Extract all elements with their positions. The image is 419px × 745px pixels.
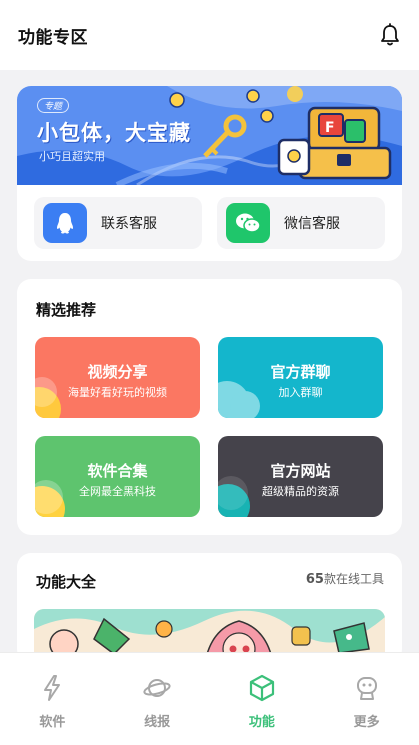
tab-label: 线报 bbox=[144, 715, 171, 730]
tab-more[interactable]: 更多 bbox=[314, 653, 419, 745]
tab-software[interactable]: 软件 bbox=[0, 653, 105, 745]
tile-title: 视频分享 bbox=[87, 363, 148, 381]
banner-tag: 专题 bbox=[37, 98, 70, 113]
tile-official-group[interactable]: 官方群聊 加入群聊 bbox=[218, 337, 383, 418]
tile-title: 软件合集 bbox=[87, 462, 148, 480]
tile-title: 官方网站 bbox=[270, 462, 331, 480]
tools-count-text: 款在线工具 bbox=[323, 572, 384, 586]
bottom-tab-bar: 软件 线报 功能 更多 bbox=[0, 652, 419, 745]
robot-icon bbox=[356, 677, 377, 700]
wechat-service-label: 微信客服 bbox=[284, 216, 340, 232]
tools-card: 功能大全 65款在线工具 bbox=[17, 553, 402, 663]
wechat-icon bbox=[226, 203, 270, 243]
tab-deals[interactable]: 线报 bbox=[105, 653, 210, 745]
tab-label: 功能 bbox=[248, 715, 275, 730]
tab-label: 软件 bbox=[39, 715, 66, 730]
bell-icon[interactable] bbox=[379, 23, 401, 47]
banner-headline: 小包体，大宝藏 bbox=[37, 121, 191, 145]
tile-official-site[interactable]: 官方网站 超级精品的资源 bbox=[218, 436, 383, 517]
lightning-icon bbox=[44, 675, 61, 701]
qq-penguin-icon bbox=[43, 203, 87, 243]
tile-subtitle: 加入群聊 bbox=[278, 386, 323, 399]
tile-software-collection[interactable]: 软件合集 全网最全黑科技 bbox=[35, 436, 200, 517]
recommend-title: 精选推荐 bbox=[36, 301, 97, 319]
tile-subtitle: 超级精品的资源 bbox=[262, 485, 339, 498]
feature-card: F 专题 小包体，大宝藏 小巧且超实用 联系客服 微信客服 bbox=[17, 86, 402, 261]
tools-count: 65款在线工具 bbox=[306, 570, 384, 587]
tile-subtitle: 海量好看好玩的视频 bbox=[68, 386, 167, 399]
tab-label: 更多 bbox=[353, 715, 380, 730]
tools-count-number: 65 bbox=[305, 572, 324, 587]
contact-service-label: 联系客服 bbox=[101, 216, 157, 232]
cube-icon bbox=[249, 674, 274, 702]
tile-video-share[interactable]: 视频分享 海量好看好玩的视频 bbox=[35, 337, 200, 418]
wechat-service-button[interactable]: 微信客服 bbox=[217, 197, 385, 249]
contact-row: 联系客服 微信客服 bbox=[34, 197, 385, 249]
tab-functions[interactable]: 功能 bbox=[210, 653, 315, 745]
tools-title: 功能大全 bbox=[36, 573, 97, 591]
tile-subtitle: 全网最全黑科技 bbox=[79, 485, 156, 498]
planet-icon bbox=[143, 679, 171, 697]
page-title: 功能专区 bbox=[18, 27, 88, 48]
promo-banner[interactable]: F 专题 小包体，大宝藏 小巧且超实用 bbox=[17, 86, 402, 185]
recommend-card: 精选推荐 视频分享 海量好看好玩的视频 官方群聊 加入群聊 软件合集 全网最全黑… bbox=[17, 279, 402, 535]
top-header: 功能专区 bbox=[0, 0, 419, 70]
svg-text:F: F bbox=[325, 120, 335, 136]
tile-title: 官方群聊 bbox=[270, 363, 331, 381]
contact-service-button[interactable]: 联系客服 bbox=[34, 197, 202, 249]
banner-subtitle: 小巧且超实用 bbox=[39, 150, 105, 163]
